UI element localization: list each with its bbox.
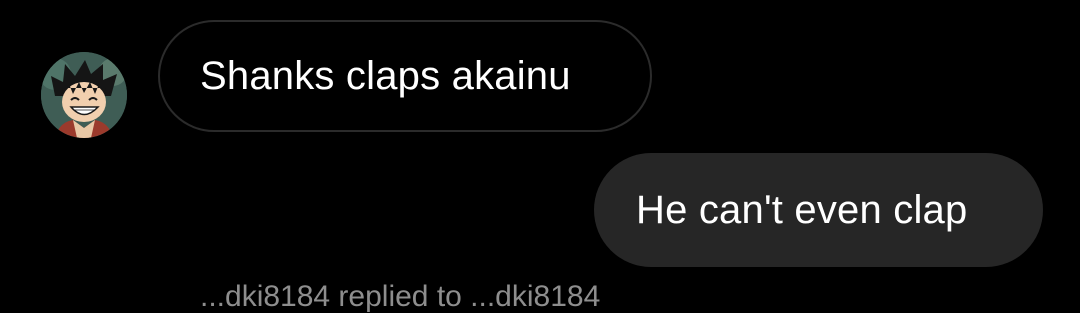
- anime-character-avatar-icon: [41, 52, 127, 138]
- reply-context-label: ...dki8184 replied to ...dki8184: [200, 280, 601, 313]
- outgoing-message-bubble[interactable]: He can't even clap: [594, 153, 1043, 267]
- sender-avatar[interactable]: [41, 52, 127, 138]
- outgoing-message-text: He can't even clap: [636, 188, 968, 232]
- incoming-message-text: Shanks claps akainu: [200, 54, 571, 98]
- chat-thread: Shanks claps akainu He can't even clap .…: [0, 0, 1080, 312]
- incoming-message-bubble[interactable]: Shanks claps akainu: [158, 20, 652, 132]
